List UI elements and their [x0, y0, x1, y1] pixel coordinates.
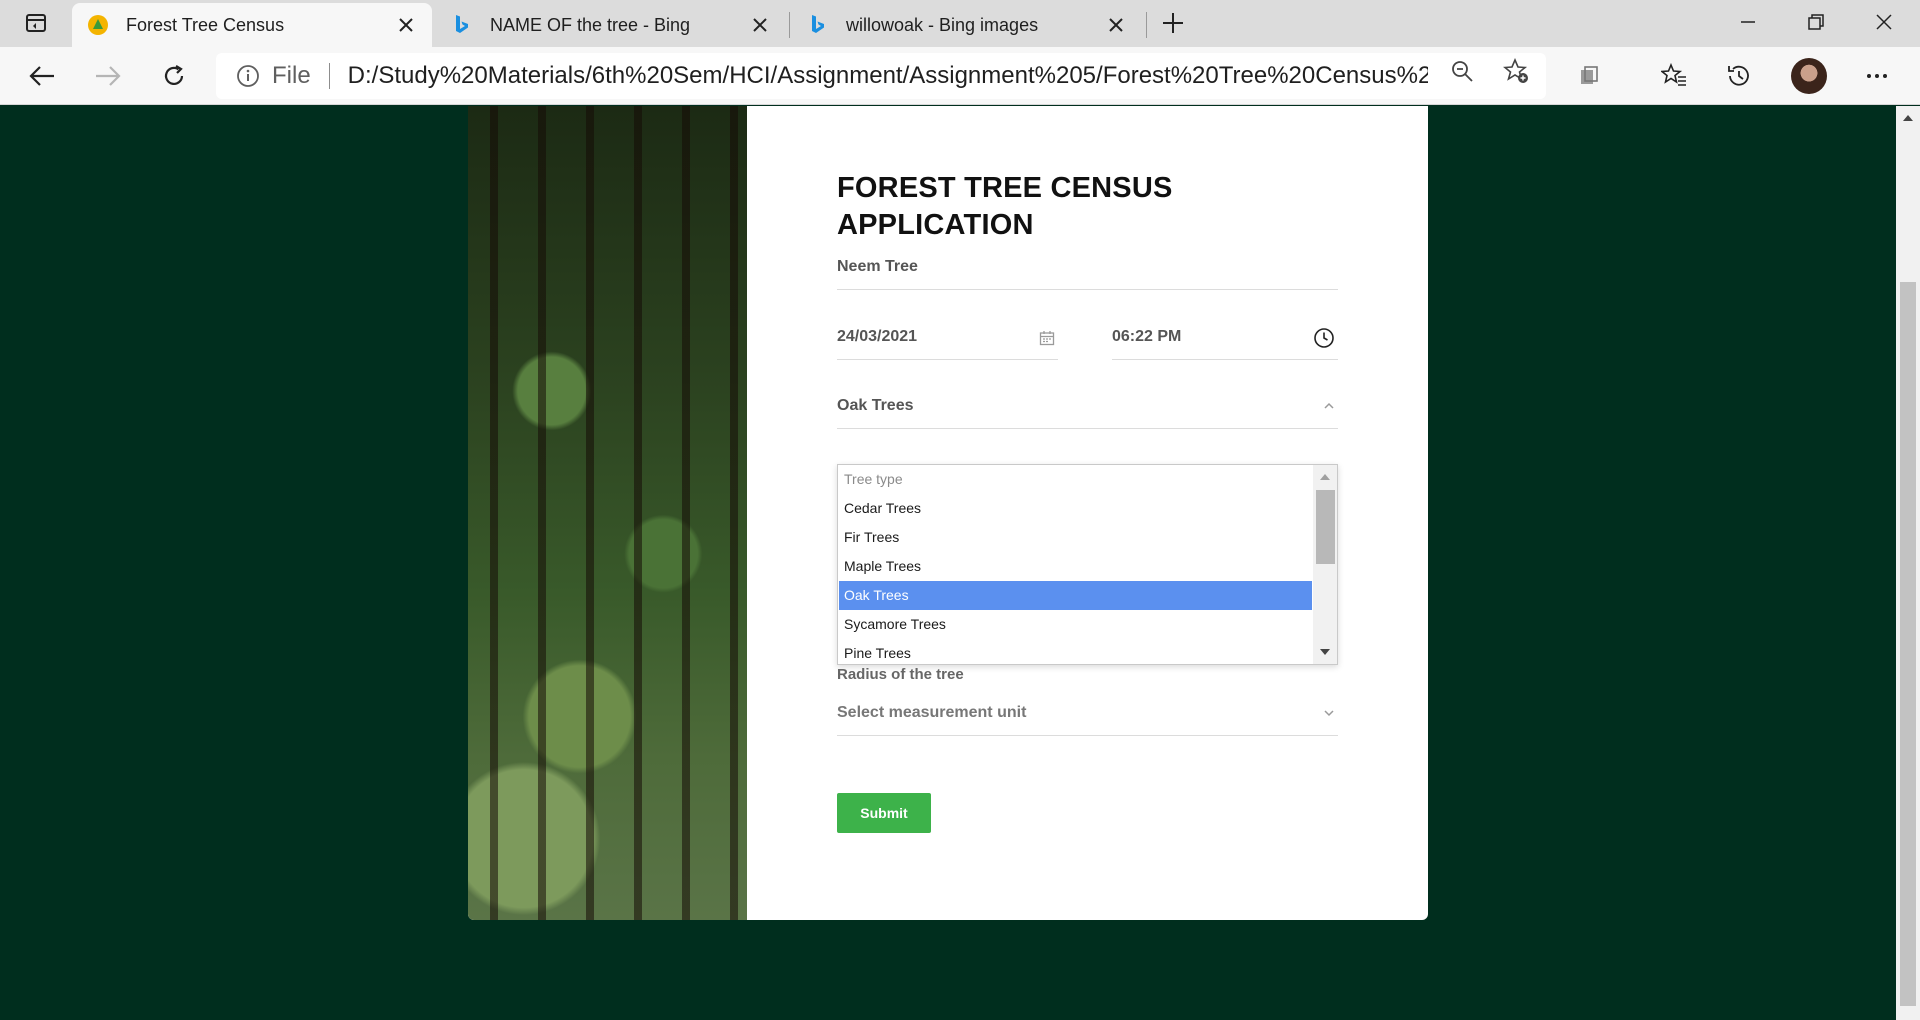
tree-name-field[interactable]: Neem Tree	[837, 256, 1338, 290]
plus-icon	[1163, 13, 1183, 33]
restore-icon	[1808, 14, 1824, 30]
tab-title: Forest Tree Census	[126, 14, 285, 35]
tab-title: NAME OF the tree - Bing	[490, 14, 691, 35]
forward-button[interactable]	[90, 59, 126, 93]
tab-bing-name-of-tree[interactable]: NAME OF the tree - Bing	[436, 3, 786, 47]
dropdown-option[interactable]: Fir Trees	[839, 523, 1312, 552]
tree-type-dropdown: Tree type Cedar Trees Fir Trees Maple Tr…	[837, 464, 1338, 665]
collections-button[interactable]	[1572, 59, 1606, 93]
close-tab-icon[interactable]	[1104, 13, 1128, 37]
history-button[interactable]	[1722, 59, 1756, 93]
profile-avatar[interactable]	[1791, 58, 1827, 94]
clock-icon[interactable]	[1312, 326, 1336, 350]
close-tab-icon[interactable]	[748, 13, 772, 37]
minimize-icon	[1741, 21, 1755, 23]
close-window-button[interactable]	[1864, 6, 1904, 38]
address-bar[interactable]: File D:/Study%20Materials/6th%20Sem/HCI/…	[216, 53, 1546, 99]
calendar-icon[interactable]	[1038, 329, 1056, 347]
minimize-button[interactable]	[1728, 6, 1768, 38]
scroll-up-icon[interactable]	[1319, 471, 1331, 481]
dropdown-option-placeholder: Tree type	[844, 471, 903, 487]
more-options-icon	[1867, 74, 1887, 78]
dropdown-scroll-thumb[interactable]	[1316, 490, 1335, 564]
forest-favicon	[86, 13, 110, 37]
tab-actions-icon	[26, 14, 46, 32]
tab-title: willowoak - Bing images	[846, 14, 1039, 35]
favorites-icon	[1661, 63, 1686, 86]
refresh-icon	[164, 65, 184, 85]
favorites-button[interactable]	[1657, 59, 1691, 93]
zoom-icon[interactable]	[1449, 58, 1475, 84]
page-scrollbar[interactable]	[1896, 106, 1920, 1020]
chevron-down-icon	[1322, 706, 1336, 720]
address-divider	[328, 63, 330, 89]
dropdown-scrollbar[interactable]	[1313, 465, 1337, 664]
bing-icon	[450, 13, 474, 37]
dropdown-option[interactable]: Sycamore Trees	[839, 610, 1312, 639]
scroll-down-icon[interactable]	[1319, 647, 1331, 657]
bing-icon	[806, 13, 830, 37]
restore-button[interactable]	[1796, 6, 1836, 38]
time-value: 06:22 PM	[1112, 328, 1182, 345]
dropdown-option[interactable]: Pine Trees	[839, 639, 1312, 668]
dropdown-option[interactable]: Maple Trees	[839, 552, 1312, 581]
url-text[interactable]: D:/Study%20Materials/6th%20Sem/HCI/Assig…	[348, 62, 1428, 90]
census-card: FOREST TREE CENSUS APPLICATION Neem Tree…	[468, 106, 1428, 920]
measurement-unit-placeholder: Select measurement unit	[837, 704, 1027, 721]
date-value: 24/03/2021	[837, 328, 918, 345]
dropdown-option-selected[interactable]: Oak Trees	[839, 581, 1312, 610]
navigation-bar: File D:/Study%20Materials/6th%20Sem/HCI/…	[0, 47, 1920, 105]
tree-type-value: Oak Trees	[837, 397, 914, 414]
tab-forest-tree-census[interactable]: Forest Tree Census	[72, 3, 432, 47]
submit-button[interactable]: Submit	[837, 793, 931, 833]
settings-menu-button[interactable]	[1860, 59, 1894, 93]
tree-name-value: Neem Tree	[837, 258, 918, 275]
dropdown-option[interactable]: Cedar Trees	[839, 494, 1312, 523]
page-title: FOREST TREE CENSUS APPLICATION	[837, 172, 1173, 241]
tree-type-select[interactable]: Oak Trees	[837, 395, 1338, 429]
page-viewport: FOREST TREE CENSUS APPLICATION Neem Tree…	[0, 106, 1896, 1020]
tab-bing-willowoak[interactable]: willowoak - Bing images	[792, 3, 1142, 47]
forward-arrow-icon	[96, 66, 121, 86]
history-icon	[1728, 65, 1749, 86]
forest-photo	[468, 106, 747, 920]
info-icon[interactable]	[236, 64, 260, 88]
back-arrow-icon	[29, 66, 54, 86]
page-scroll-thumb[interactable]	[1900, 282, 1916, 1006]
measurement-unit-select[interactable]: Select measurement unit	[837, 702, 1338, 736]
tab-actions-button[interactable]	[20, 8, 52, 38]
tab-separator	[1146, 12, 1147, 38]
url-scheme: File	[272, 62, 311, 89]
new-tab-button[interactable]	[1157, 8, 1189, 38]
date-field[interactable]: 24/03/2021	[837, 326, 1058, 360]
back-button[interactable]	[24, 59, 60, 93]
tab-separator	[789, 12, 790, 38]
close-icon	[1876, 14, 1892, 30]
radius-label: Radius of the tree	[837, 666, 964, 683]
chevron-up-icon	[1322, 399, 1336, 413]
add-favorite-icon[interactable]	[1503, 58, 1529, 84]
scroll-up-icon[interactable]	[1902, 112, 1914, 122]
close-tab-icon[interactable]	[394, 13, 418, 37]
extensions-icon	[1581, 66, 1598, 84]
time-field[interactable]: 06:22 PM	[1112, 326, 1338, 360]
refresh-button[interactable]	[156, 59, 192, 93]
tab-strip: Forest Tree Census NAME OF the tree - Bi…	[0, 0, 1920, 47]
